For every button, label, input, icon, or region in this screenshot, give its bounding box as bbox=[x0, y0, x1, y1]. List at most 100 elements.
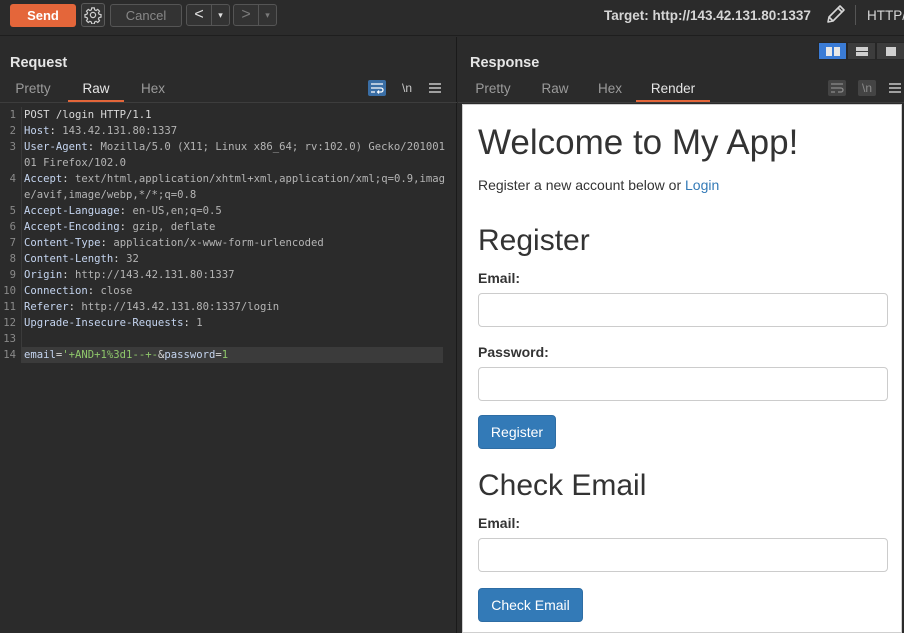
tab-pretty[interactable]: Pretty bbox=[470, 78, 516, 102]
line-number: 14 bbox=[0, 347, 22, 363]
toolbar-divider bbox=[855, 5, 856, 25]
check-email-label: Email: bbox=[478, 515, 521, 531]
menu-icon bbox=[429, 83, 441, 93]
layout-single[interactable] bbox=[876, 42, 904, 60]
param-value: 1 bbox=[221, 349, 229, 361]
line-number: 9 bbox=[0, 267, 22, 283]
tab-hex[interactable]: Hex bbox=[136, 78, 170, 102]
send-button[interactable]: Send bbox=[10, 4, 76, 27]
code-line: 6 Accept-Encoding: gzip, deflate bbox=[0, 219, 457, 235]
check-email-button[interactable]: Check Email bbox=[478, 588, 583, 622]
header-line: Accept-Encoding: gzip, deflate bbox=[24, 221, 216, 233]
header-value: 143.42.131.80:1337 bbox=[62, 125, 178, 137]
header-value: gzip, deflate bbox=[132, 221, 216, 233]
request-tabs-divider bbox=[0, 102, 457, 103]
register-email-field[interactable] bbox=[478, 293, 888, 327]
edit-target-button[interactable] bbox=[824, 4, 848, 26]
line-number: 13 bbox=[0, 331, 22, 347]
response-tabs-divider bbox=[458, 102, 904, 103]
code-line: 5 Accept-Language: en-US,en;q=0.5 bbox=[0, 203, 457, 219]
header-name: Content-Type bbox=[24, 237, 101, 249]
code-line: 9 Origin: http://143.42.131.80:1337 bbox=[0, 267, 457, 283]
header-line: Referer: http://143.42.131.80:1337/login bbox=[24, 301, 280, 313]
header-name: Accept bbox=[24, 173, 63, 185]
tab-raw[interactable]: Raw bbox=[68, 78, 124, 102]
register-button[interactable]: Register bbox=[478, 415, 556, 449]
header-line: Content-Length: 32 bbox=[24, 253, 139, 265]
rendered-page: Welcome to My App! Register a new accoun… bbox=[462, 104, 902, 633]
layout-split-horizontal[interactable] bbox=[847, 42, 876, 60]
response-panel: Response Pretty Raw Hex Render \n Welcom… bbox=[458, 37, 904, 633]
response-tabs: Pretty Raw Hex Render bbox=[470, 78, 710, 102]
word-wrap-toggle[interactable] bbox=[368, 80, 386, 96]
response-menu-button[interactable] bbox=[886, 80, 904, 96]
code-line: 10 Connection: close bbox=[0, 283, 457, 299]
header-line: Accept: text/html,application/xhtml+xml,… bbox=[24, 173, 445, 201]
header-value: 32 bbox=[126, 253, 139, 265]
forward-button[interactable]: > bbox=[234, 5, 258, 25]
word-wrap-toggle[interactable] bbox=[828, 80, 846, 96]
line-number: 6 bbox=[0, 219, 22, 235]
header-line: Connection: close bbox=[24, 285, 133, 297]
code-line: 3 User-Agent: Mozilla/5.0 (X11; Linux x8… bbox=[0, 139, 457, 171]
header-value: 1 bbox=[196, 317, 203, 329]
back-button[interactable]: < bbox=[187, 5, 211, 25]
header-value: en-US,en;q=0.5 bbox=[132, 205, 222, 217]
line-number: 7 bbox=[0, 235, 22, 251]
header-line: Upgrade-Insecure-Requests: 1 bbox=[24, 317, 203, 329]
tab-raw[interactable]: Raw bbox=[540, 78, 570, 102]
password-label: Password: bbox=[478, 344, 549, 360]
settings-button[interactable] bbox=[81, 3, 105, 27]
tab-pretty[interactable]: Pretty bbox=[10, 78, 56, 102]
code-line: 8 Content-Length: 32 bbox=[0, 251, 457, 267]
wrap-icon bbox=[371, 83, 384, 94]
code-line: 7 Content-Type: application/x-www-form-u… bbox=[0, 235, 457, 251]
line-number: 3 bbox=[0, 139, 22, 171]
header-name: Accept-Encoding bbox=[24, 221, 120, 233]
header-value: Mozilla/5.0 (X11; Linux x86_64; rv:102.0… bbox=[24, 141, 445, 169]
code-line: 4 Accept: text/html,application/xhtml+xm… bbox=[0, 171, 457, 203]
header-value: http://143.42.131.80:1337 bbox=[75, 269, 235, 281]
header-name: Connection bbox=[24, 285, 88, 297]
header-name: Upgrade-Insecure-Requests bbox=[24, 317, 184, 329]
forward-history-dropdown[interactable]: ▾ bbox=[258, 5, 276, 25]
back-history-dropdown[interactable]: ▾ bbox=[211, 5, 229, 25]
code-line: 13 bbox=[0, 331, 457, 347]
line-number: 8 bbox=[0, 251, 22, 267]
back-history-group: < ▾ bbox=[186, 4, 230, 26]
param-value: '+AND+1%3d1--+- bbox=[62, 349, 158, 361]
request-tabs: Pretty Raw Hex bbox=[10, 78, 170, 102]
code-line: 2 Host: 143.42.131.80:1337 bbox=[0, 123, 457, 139]
check-email-heading: Check Email bbox=[478, 469, 647, 502]
layout-split-vertical[interactable] bbox=[818, 42, 847, 60]
param-name: email bbox=[24, 349, 56, 361]
page-heading: Welcome to My App! bbox=[478, 123, 799, 162]
cancel-button[interactable]: Cancel bbox=[110, 4, 182, 27]
line-number: 1 bbox=[0, 107, 22, 123]
tab-hex[interactable]: Hex bbox=[595, 78, 625, 102]
header-line: User-Agent: Mozilla/5.0 (X11; Linux x86_… bbox=[24, 141, 445, 169]
request-menu-button[interactable] bbox=[426, 80, 444, 96]
layout-toggle bbox=[818, 42, 904, 60]
login-link[interactable]: Login bbox=[685, 177, 719, 193]
tab-render[interactable]: Render bbox=[636, 78, 710, 102]
request-editor[interactable]: 1 POST /login HTTP/1.1 2 Host: 143.42.13… bbox=[0, 107, 457, 363]
split-vertical-icon bbox=[825, 46, 840, 56]
single-panel-icon bbox=[885, 46, 896, 56]
menu-icon bbox=[889, 83, 901, 93]
header-name: Host bbox=[24, 125, 50, 137]
header-line: Accept-Language: en-US,en;q=0.5 bbox=[24, 205, 222, 217]
check-email-field[interactable] bbox=[478, 538, 888, 572]
header-value: application/x-www-form-urlencoded bbox=[113, 237, 324, 249]
top-toolbar: Send Cancel < ▾ > ▾ Target: http://143.4… bbox=[0, 0, 904, 36]
request-body-line: email='+AND+1%3d1--+-&password=1 bbox=[22, 347, 443, 363]
show-newlines-toggle[interactable]: \n bbox=[398, 80, 416, 96]
register-password-field[interactable] bbox=[478, 367, 888, 401]
show-newlines-toggle[interactable]: \n bbox=[858, 80, 876, 96]
header-line: Content-Type: application/x-www-form-url… bbox=[24, 237, 324, 249]
code-line: 1 POST /login HTTP/1.1 bbox=[0, 107, 457, 123]
code-line: 14 email='+AND+1%3d1--+-&password=1 bbox=[0, 347, 457, 363]
header-name: Accept-Language bbox=[24, 205, 120, 217]
protocol-label[interactable]: HTTP/ bbox=[867, 8, 904, 23]
